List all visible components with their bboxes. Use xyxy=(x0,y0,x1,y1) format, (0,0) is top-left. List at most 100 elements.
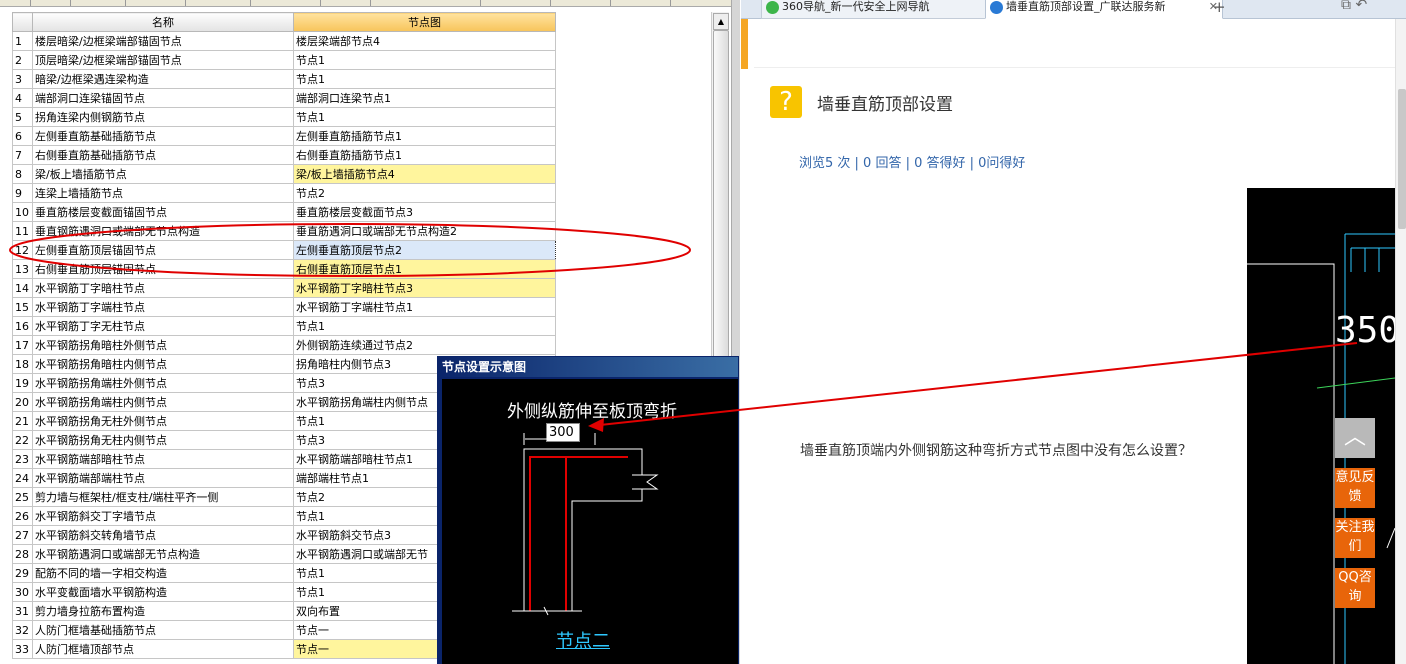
row-node-cell[interactable]: 外侧钢筋连续通过节点2 xyxy=(293,335,556,355)
row-number[interactable]: 13 xyxy=(12,259,33,279)
row-number[interactable]: 30 xyxy=(12,582,33,602)
row-name-cell[interactable]: 剪力墙身拉筋布置构造 xyxy=(32,601,294,621)
row-name-cell[interactable]: 人防门框墙顶部节点 xyxy=(32,639,294,659)
row-node-cell[interactable]: 节点1 xyxy=(293,69,556,89)
row-name-cell[interactable]: 垂直筋楼层变截面锚固节点 xyxy=(32,202,294,222)
row-node-cell[interactable]: 左侧垂直筋顶层节点2 xyxy=(293,240,556,260)
tab-question[interactable]: 墙垂直筋顶部设置_广联达服务新 ✕ xyxy=(985,0,1223,19)
row-name-cell[interactable]: 水平钢筋拐角无柱内侧节点 xyxy=(32,430,294,450)
row-name-cell[interactable]: 楼层暗梁/边框梁端部锚固节点 xyxy=(32,31,294,51)
row-number[interactable]: 21 xyxy=(12,411,33,431)
row-name-cell[interactable]: 配筋不同的墙一字相交构造 xyxy=(32,563,294,583)
table-row[interactable]: 9 连梁上墙插筋节点 节点2 xyxy=(12,183,556,203)
row-number[interactable]: 1 xyxy=(12,31,33,51)
row-name-cell[interactable]: 水平钢筋拐角无柱外侧节点 xyxy=(32,411,294,431)
tab-360-nav[interactable]: 360导航_新一代安全上网导航 ✕ xyxy=(761,0,1003,19)
row-name-cell[interactable]: 水平钢筋丁字无柱节点 xyxy=(32,316,294,336)
table-row[interactable]: 7 右侧垂直筋基础插筋节点 右侧垂直筋插筋节点1 xyxy=(12,145,556,165)
row-number[interactable]: 17 xyxy=(12,335,33,355)
row-number[interactable]: 15 xyxy=(12,297,33,317)
row-number[interactable]: 3 xyxy=(12,69,33,89)
row-node-cell[interactable]: 垂直筋楼层变截面节点3 xyxy=(293,202,556,222)
row-number[interactable]: 16 xyxy=(12,316,33,336)
row-name-cell[interactable]: 右侧垂直筋顶层锚固节点 xyxy=(32,259,294,279)
table-row[interactable]: 4 端部洞口连梁锚固节点 端部洞口连梁节点1 xyxy=(12,88,556,108)
row-number[interactable]: 29 xyxy=(12,563,33,583)
row-node-cell[interactable]: 端部洞口连梁节点1 xyxy=(293,88,556,108)
row-number[interactable]: 14 xyxy=(12,278,33,298)
row-name-cell[interactable]: 水平钢筋拐角端柱内侧节点 xyxy=(32,392,294,412)
row-name-cell[interactable]: 水平钢筋斜交丁字墙节点 xyxy=(32,506,294,526)
row-name-cell[interactable]: 水平钢筋端部端柱节点 xyxy=(32,468,294,488)
row-name-cell[interactable]: 水平钢筋拐角端柱外侧节点 xyxy=(32,373,294,393)
row-node-cell[interactable]: 水平钢筋丁字端柱节点1 xyxy=(293,297,556,317)
row-number[interactable]: 2 xyxy=(12,50,33,70)
row-number[interactable]: 7 xyxy=(12,145,33,165)
row-number[interactable]: 12 xyxy=(12,240,33,260)
row-name-cell[interactable]: 水平钢筋拐角暗柱内侧节点 xyxy=(32,354,294,374)
row-node-cell[interactable]: 梁/板上墙插筋节点4 xyxy=(293,164,556,184)
row-node-cell[interactable]: 楼层梁端部节点4 xyxy=(293,31,556,51)
row-number[interactable]: 28 xyxy=(12,544,33,564)
row-node-cell[interactable]: 水平钢筋丁字暗柱节点3 xyxy=(293,278,556,298)
row-name-cell[interactable]: 水平钢筋丁字暗柱节点 xyxy=(32,278,294,298)
row-name-cell[interactable]: 水平变截面墙水平钢筋构造 xyxy=(32,582,294,602)
row-number[interactable]: 31 xyxy=(12,601,33,621)
row-name-cell[interactable]: 端部洞口连梁锚固节点 xyxy=(32,88,294,108)
table-row[interactable]: 12 左侧垂直筋顶层锚固节点 左侧垂直筋顶层节点2 xyxy=(12,240,556,260)
node-link[interactable]: 节点二 xyxy=(556,627,610,653)
table-row[interactable]: 3 暗梁/边框梁遇连梁构造 节点1 xyxy=(12,69,556,89)
row-number[interactable]: 26 xyxy=(12,506,33,526)
column-header-name[interactable]: 名称 xyxy=(32,12,294,32)
new-tab-button[interactable]: + xyxy=(1213,0,1226,16)
scroll-thumb[interactable] xyxy=(1398,89,1406,229)
row-number[interactable]: 9 xyxy=(12,183,33,203)
row-name-cell[interactable]: 水平钢筋端部暗柱节点 xyxy=(32,449,294,469)
table-row[interactable]: 15 水平钢筋丁字端柱节点 水平钢筋丁字端柱节点1 xyxy=(12,297,556,317)
row-number[interactable]: 27 xyxy=(12,525,33,545)
row-number[interactable]: 25 xyxy=(12,487,33,507)
row-number[interactable]: 6 xyxy=(12,126,33,146)
row-node-cell[interactable]: 垂直筋遇洞口或端部无节点构造2 xyxy=(293,221,556,241)
column-header-node[interactable]: 节点图 xyxy=(293,12,556,32)
question-stats[interactable]: 浏览5 次 | 0 回答 | 0 答得好 | 0问得好 xyxy=(799,152,1025,171)
row-name-cell[interactable]: 暗梁/边框梁遇连梁构造 xyxy=(32,69,294,89)
row-node-cell[interactable]: 节点1 xyxy=(293,107,556,127)
qq-consult-button[interactable]: QQ咨询 xyxy=(1335,568,1375,608)
table-row[interactable]: 16 水平钢筋丁字无柱节点 节点1 xyxy=(12,316,556,336)
row-number[interactable]: 18 xyxy=(12,354,33,374)
row-node-cell[interactable]: 左侧垂直筋插筋节点1 xyxy=(293,126,556,146)
row-number[interactable]: 8 xyxy=(12,164,33,184)
row-name-cell[interactable]: 连梁上墙插筋节点 xyxy=(32,183,294,203)
page-scrollbar[interactable] xyxy=(1395,19,1406,664)
row-name-cell[interactable]: 水平钢筋丁字端柱节点 xyxy=(32,297,294,317)
row-number[interactable]: 5 xyxy=(12,107,33,127)
row-name-cell[interactable]: 左侧垂直筋基础插筋节点 xyxy=(32,126,294,146)
table-row[interactable]: 10 垂直筋楼层变截面锚固节点 垂直筋楼层变截面节点3 xyxy=(12,202,556,222)
row-name-cell[interactable]: 顶层暗梁/边框梁端部锚固节点 xyxy=(32,50,294,70)
row-name-cell[interactable]: 梁/板上墙插筋节点 xyxy=(32,164,294,184)
row-name-cell[interactable]: 水平钢筋斜交转角墙节点 xyxy=(32,525,294,545)
row-name-cell[interactable]: 左侧垂直筋顶层锚固节点 xyxy=(32,240,294,260)
table-row[interactable]: 14 水平钢筋丁字暗柱节点 水平钢筋丁字暗柱节点3 xyxy=(12,278,556,298)
table-row[interactable]: 11 垂直钢筋遇洞口或端部无节点构造 垂直筋遇洞口或端部无节点构造2 xyxy=(12,221,556,241)
restore-icon[interactable]: ⧉ ↶ xyxy=(1341,0,1367,13)
table-row[interactable]: 8 梁/板上墙插筋节点 梁/板上墙插筋节点4 xyxy=(12,164,556,184)
row-node-cell[interactable]: 节点2 xyxy=(293,183,556,203)
scroll-up-arrow-icon[interactable]: ▲ xyxy=(713,13,729,30)
row-number[interactable]: 10 xyxy=(12,202,33,222)
row-number[interactable]: 19 xyxy=(12,373,33,393)
row-name-cell[interactable]: 剪力墙与框架柱/框支柱/端柱平齐一侧 xyxy=(32,487,294,507)
table-row[interactable]: 17 水平钢筋拐角暗柱外侧节点 外侧钢筋连续通过节点2 xyxy=(12,335,556,355)
row-name-cell[interactable]: 垂直钢筋遇洞口或端部无节点构造 xyxy=(32,221,294,241)
back-to-top-button[interactable]: ︿ xyxy=(1335,418,1375,458)
row-number[interactable]: 32 xyxy=(12,620,33,640)
table-row[interactable]: 5 拐角连梁内侧钢筋节点 节点1 xyxy=(12,107,556,127)
row-node-cell[interactable]: 右侧垂直筋插筋节点1 xyxy=(293,145,556,165)
row-name-cell[interactable]: 人防门框墙基础插筋节点 xyxy=(32,620,294,640)
row-number[interactable]: 20 xyxy=(12,392,33,412)
row-number[interactable]: 33 xyxy=(12,639,33,659)
table-row[interactable]: 2 顶层暗梁/边框梁端部锚固节点 节点1 xyxy=(12,50,556,70)
row-number[interactable]: 24 xyxy=(12,468,33,488)
table-row[interactable]: 6 左侧垂直筋基础插筋节点 左侧垂直筋插筋节点1 xyxy=(12,126,556,146)
